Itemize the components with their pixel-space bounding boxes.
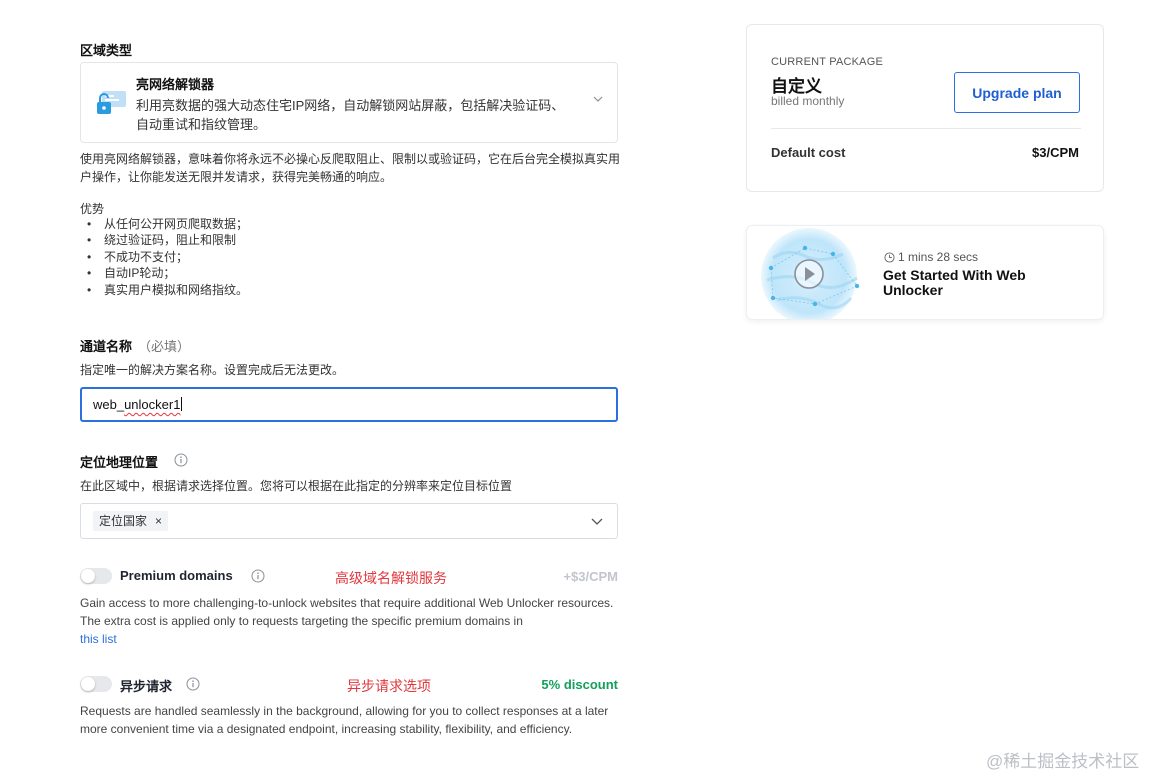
clock-icon [884, 252, 895, 263]
async-requests-toggle[interactable] [80, 676, 112, 692]
text-caret [181, 397, 183, 411]
info-icon[interactable] [186, 677, 200, 691]
video-title: Get Started With Web Unlocker [883, 267, 1026, 298]
spellcheck-word: unlocker1 [124, 397, 181, 412]
info-icon[interactable] [251, 569, 265, 583]
premium-list-link[interactable]: this list [80, 632, 117, 646]
premium-domains-toggle[interactable] [80, 568, 112, 584]
async-discount: 5% discount [541, 677, 618, 692]
geo-label: 定位地理位置 [80, 455, 159, 470]
chevron-down-icon[interactable] [591, 516, 603, 526]
close-icon[interactable]: × [155, 514, 162, 528]
async-requests-title: 异步请求 [120, 679, 173, 694]
default-cost-label: Default cost [771, 145, 846, 160]
video-card[interactable]: 1 mins 28 secs Get Started With Web Unlo… [746, 225, 1104, 320]
country-chip: 定位国家 × [93, 511, 169, 531]
required-hint: （必填） [138, 339, 191, 354]
upgrade-plan-button[interactable]: Upgrade plan [954, 72, 1080, 113]
zone-type-title: 亮网络解锁器 [136, 77, 215, 92]
chevron-down-icon[interactable] [593, 94, 603, 104]
divider [771, 128, 1081, 129]
billing-period: billed monthly [771, 94, 845, 108]
watermark: @稀土掘金技术社区 [986, 752, 1140, 771]
channel-name-label: 通道名称 （必填） [80, 339, 191, 354]
advantage-item: 绕过验证码，阻止和限制 [82, 232, 248, 248]
video-duration: 1 mins 28 secs [898, 250, 979, 264]
advantages-title: 优势 [80, 202, 105, 216]
channel-name-input[interactable]: web_unlocker1 [80, 387, 618, 422]
zone-type-description: 利用亮数据的强大动态住宅IP网络，自动解锁网站屏蔽，包括解决验证码、自动重试和指… [136, 98, 565, 132]
unlocker-icon [97, 91, 126, 114]
zone-description: 使用亮网络解锁器，意味着你将永远不必操心反爬取阻止、限制以或验证码，它在后台完全… [80, 152, 621, 184]
globe-thumbnail [753, 228, 865, 319]
advantage-item: 真实用户模拟和网络指纹。 [82, 282, 248, 298]
channel-name-hint: 指定唯一的解决方案名称。设置完成后无法更改。 [80, 363, 345, 377]
geo-hint: 在此区域中，根据请求选择位置。您将可以根据在此指定的分辨率来定位目标位置 [80, 479, 513, 493]
zone-type-label: 区域类型 [80, 43, 133, 58]
premium-description: Gain access to more challenging-to-unloc… [80, 596, 614, 646]
async-annotation: 异步请求选项 [347, 678, 431, 694]
current-package-card: CURRENT PACKAGE 自定义 billed monthly Upgra… [746, 24, 1104, 192]
info-icon[interactable] [174, 453, 188, 467]
advantage-item: 从任何公开网页爬取数据； [82, 216, 248, 232]
default-cost-value: $3/CPM [1032, 145, 1079, 160]
geo-select[interactable]: 定位国家 × [80, 503, 618, 539]
current-package-label: CURRENT PACKAGE [771, 56, 884, 68]
zone-type-select[interactable]: 亮网络解锁器 利用亮数据的强大动态住宅IP网络，自动解锁网站屏蔽，包括解决验证码… [80, 62, 618, 143]
advantages-list: 从任何公开网页爬取数据； 绕过验证码，阻止和限制 不成功不支付； 自动IP轮动；… [82, 216, 248, 298]
advantage-item: 不成功不支付； [82, 249, 248, 265]
advantage-item: 自动IP轮动； [82, 265, 248, 281]
premium-domains-title: Premium domains [120, 568, 233, 583]
async-description: Requests are handled seamlessly in the b… [80, 704, 609, 736]
premium-annotation: 高级域名解锁服务 [335, 570, 447, 586]
premium-price: +$3/CPM [563, 569, 618, 584]
